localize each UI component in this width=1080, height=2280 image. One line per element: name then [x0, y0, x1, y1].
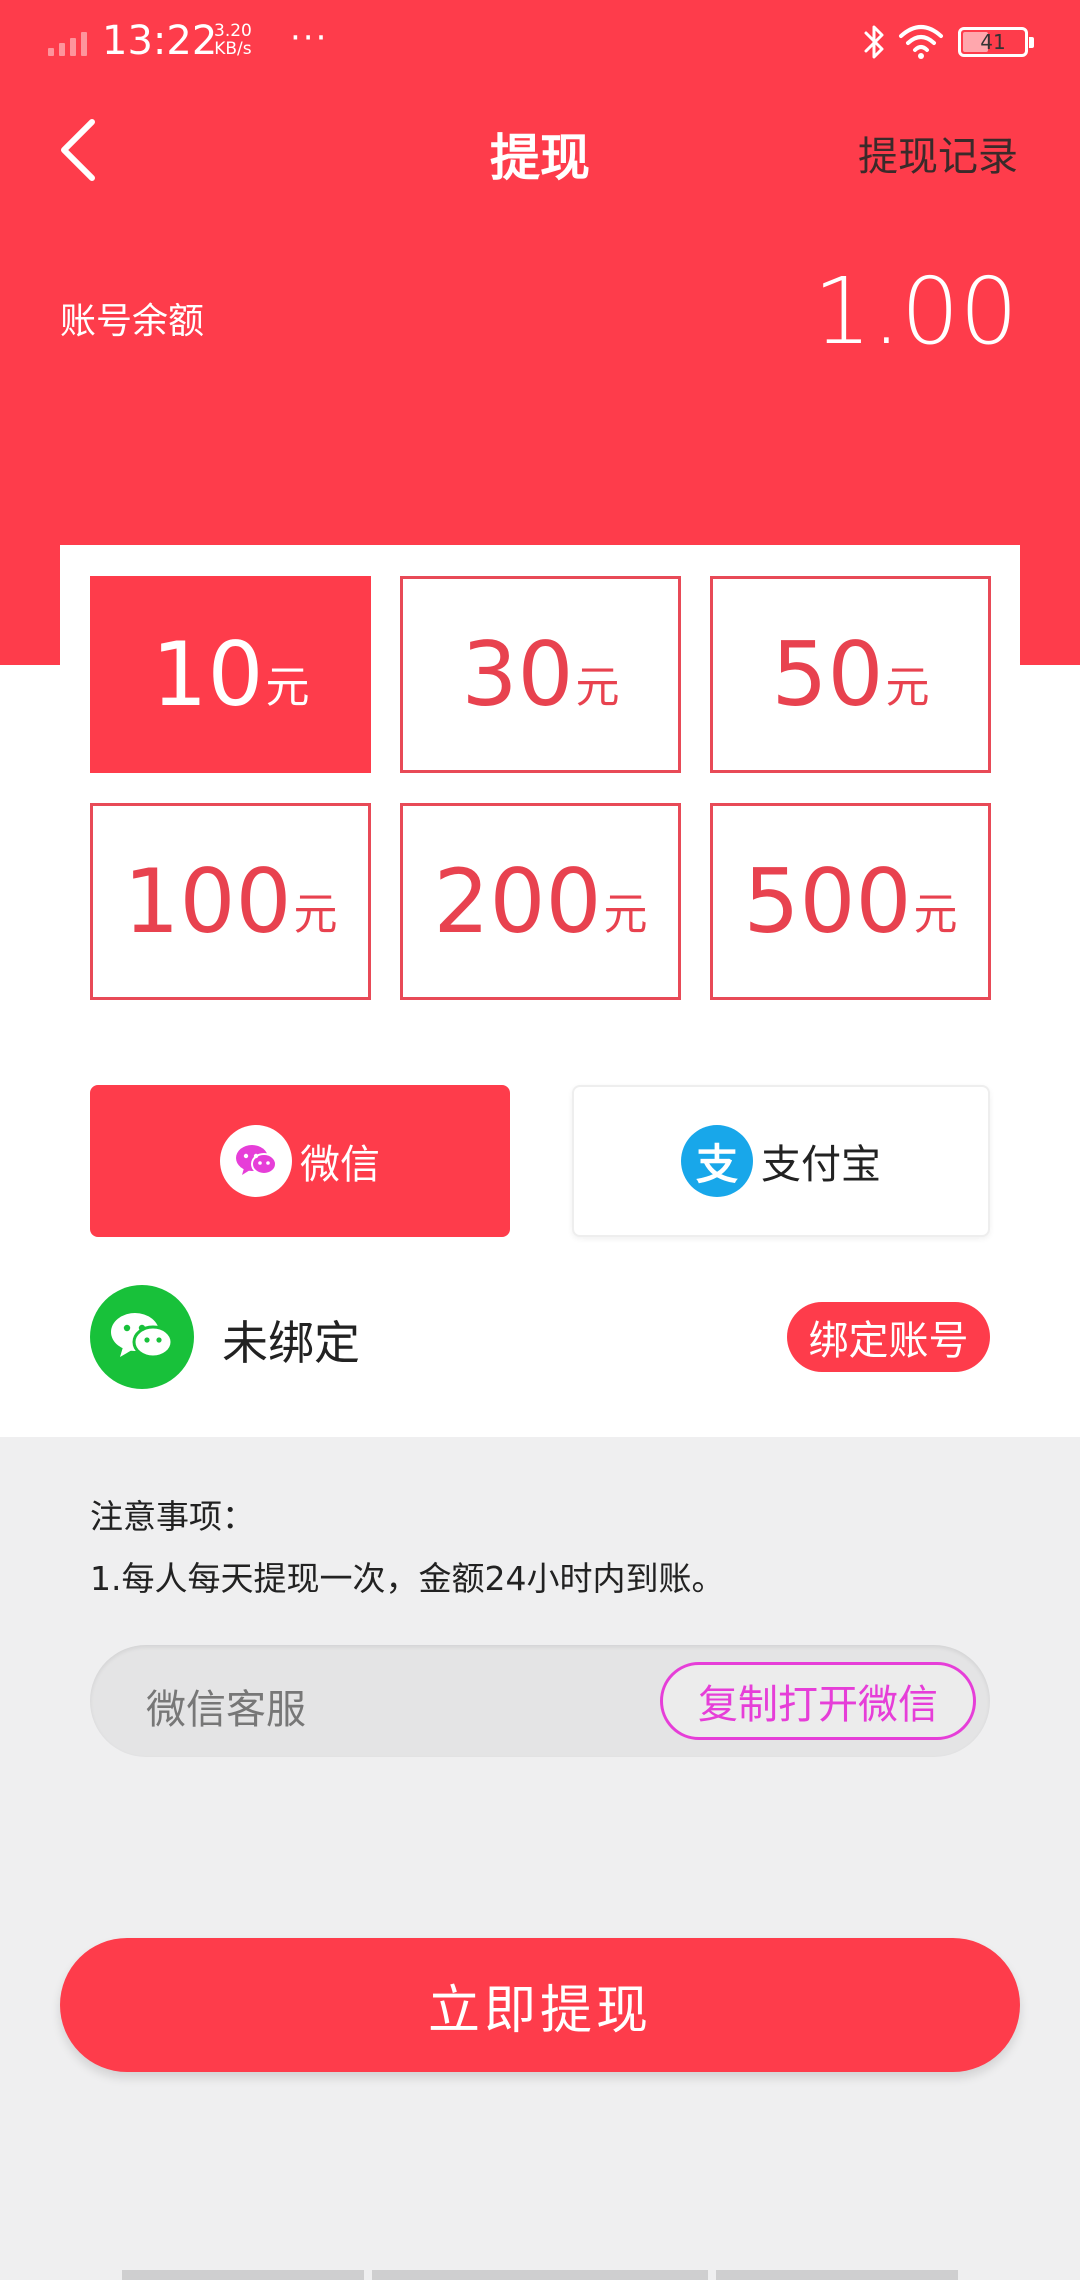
amount-unit: 元 — [885, 661, 930, 713]
balance-value: 1.00 — [813, 258, 1018, 365]
more-notifications-icon: ··· — [290, 18, 329, 58]
balance-label: 账号余额 — [60, 301, 205, 342]
wechat-logo-icon — [90, 1285, 194, 1389]
amount-value: 100 — [123, 849, 292, 953]
amount-value: 200 — [433, 849, 602, 953]
payment-wechat-button[interactable]: 微信 — [90, 1085, 510, 1237]
amount-option-100[interactable]: 100 元 — [90, 803, 371, 1000]
amount-unit: 元 — [603, 888, 648, 940]
network-speed-value: 3.20 — [214, 21, 252, 41]
payment-alipay-label: 支付宝 — [761, 1142, 881, 1188]
withdraw-now-button[interactable]: 立即提现 — [60, 1938, 1020, 2072]
wifi-icon — [899, 25, 943, 59]
network-speed: 3.20 KB/s — [214, 22, 252, 58]
bind-account-button[interactable]: 绑定账号 — [787, 1302, 990, 1372]
network-speed-unit: KB/s — [214, 39, 252, 59]
payment-wechat-label: 微信 — [300, 1142, 380, 1188]
withdraw-record-link[interactable]: 提现记录 — [858, 124, 1018, 182]
copy-open-wechat-button[interactable]: 复制打开微信 — [660, 1662, 976, 1740]
amount-option-200[interactable]: 200 元 — [400, 803, 681, 1000]
notice-title: 注意事项： — [90, 1497, 255, 1536]
payment-alipay-button[interactable]: 支 支付宝 — [572, 1085, 990, 1237]
amount-unit: 元 — [293, 888, 338, 940]
bottom-tab-segment — [122, 2270, 364, 2280]
amount-unit: 元 — [913, 888, 958, 940]
bluetooth-icon — [864, 25, 884, 59]
battery-icon: 41 — [958, 27, 1034, 57]
amount-value: 30 — [461, 622, 574, 726]
bottom-tab-segment — [372, 2270, 708, 2280]
status-time: 13:22 — [102, 18, 218, 64]
amount-value: 50 — [771, 622, 884, 726]
amount-value: 10 — [151, 622, 264, 726]
signal-icon — [48, 32, 87, 56]
account-binding-row: 未绑定 绑定账号 — [0, 1285, 1080, 1389]
amount-value: 500 — [743, 849, 912, 953]
notice-item: 1.每人每天提现一次，金额24小时内到账。 — [90, 1559, 725, 1598]
wechat-icon — [220, 1125, 292, 1197]
amount-unit: 元 — [265, 661, 310, 713]
amount-option-30[interactable]: 30 元 — [400, 576, 681, 773]
wechat-service-label: 微信客服 — [146, 1687, 306, 1733]
bottom-tab-segment — [716, 2270, 958, 2280]
wechat-service-bar: 微信客服 复制打开微信 — [90, 1645, 990, 1757]
amount-option-10[interactable]: 10 元 — [90, 576, 371, 773]
status-bar: 13:22 3.20 KB/s ··· 41 — [0, 0, 1080, 88]
amount-unit: 元 — [575, 661, 620, 713]
battery-percent: 41 — [980, 30, 1006, 54]
binding-status: 未绑定 — [222, 1316, 360, 1370]
amount-option-500[interactable]: 500 元 — [710, 803, 991, 1000]
amount-option-50[interactable]: 50 元 — [710, 576, 991, 773]
alipay-icon: 支 — [681, 1125, 753, 1197]
